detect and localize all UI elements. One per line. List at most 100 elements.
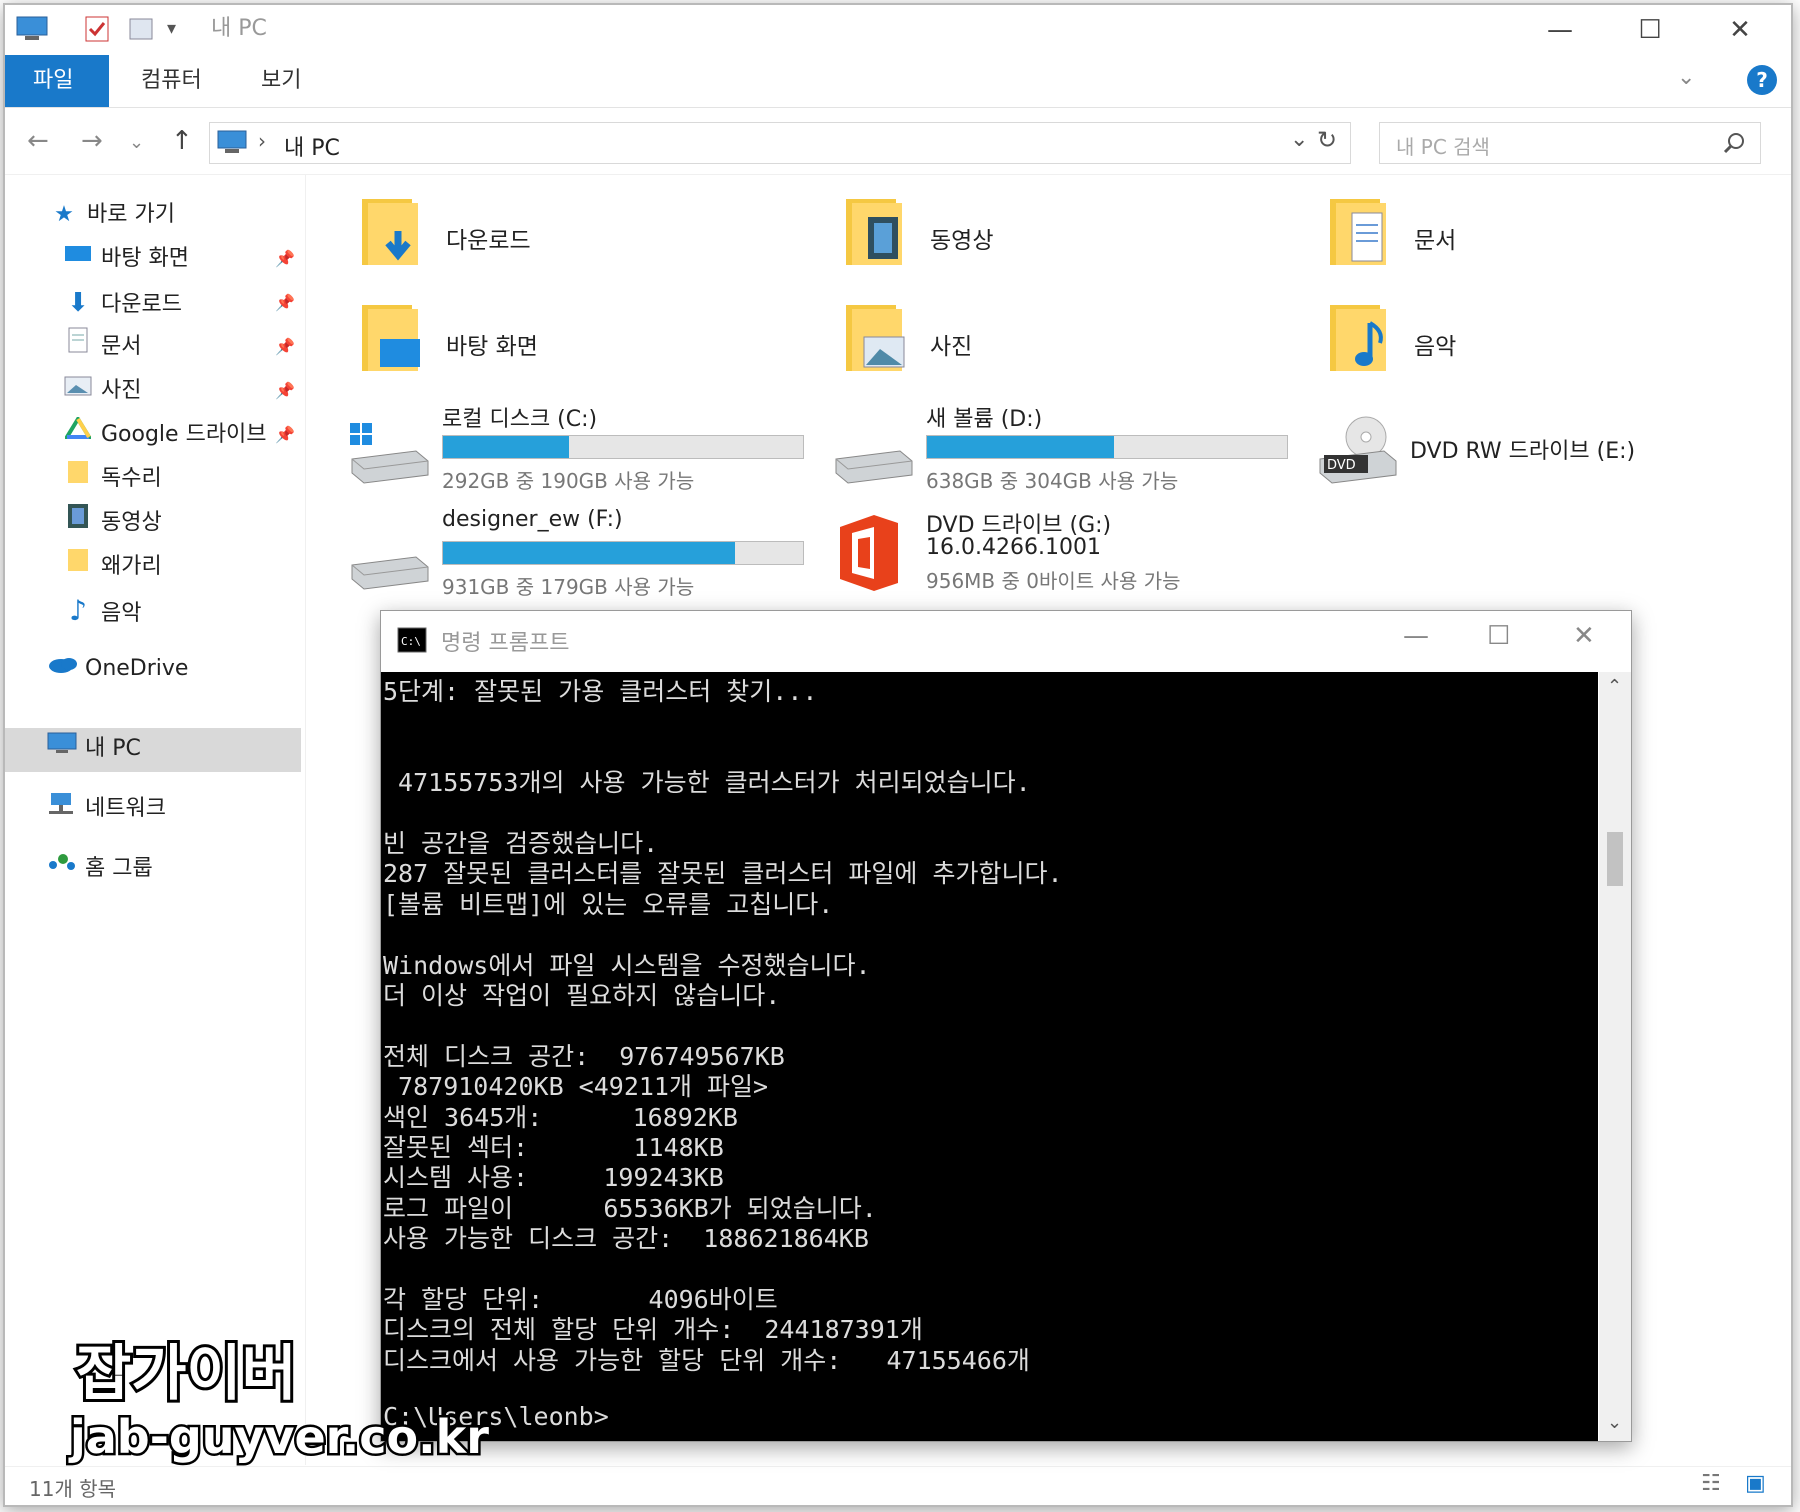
drive-d[interactable]: 새 볼륨 (D:) 638GB 중 304GB 사용 가능	[830, 399, 1300, 495]
sidebar-item-videos[interactable]: 동영상	[63, 503, 162, 543]
new-folder-icon[interactable]	[127, 15, 155, 43]
sidebar-item-label: OneDrive	[85, 656, 189, 681]
sidebar-item-label: 바탕 화면	[101, 246, 189, 271]
homegroup-icon	[47, 849, 77, 889]
usage-bar-fill	[443, 542, 735, 564]
folder-downloads[interactable]: 다운로드	[358, 195, 828, 285]
drive-c[interactable]: 로컬 디스크 (C:) 292GB 중 190GB 사용 가능	[346, 399, 816, 495]
pc-icon	[47, 729, 77, 769]
cmd-scrollbar[interactable]: ⌃ ⌄	[1599, 672, 1631, 1441]
folder-name: 사진	[930, 334, 973, 360]
usage-bar	[926, 435, 1288, 459]
cmd-minimize-button[interactable]: —	[1403, 621, 1429, 651]
drive-f[interactable]: designer_ew (F:) 931GB 중 179GB 사용 가능	[346, 505, 816, 601]
search-icon[interactable]	[1722, 131, 1746, 155]
desktop-icon	[63, 239, 93, 279]
quick-access-dropdown-icon[interactable]: ▾	[167, 15, 176, 43]
drive-name: designer_ew (F:)	[442, 507, 623, 532]
help-icon[interactable]: ?	[1747, 65, 1777, 95]
folder-icon	[63, 547, 93, 587]
folder-music[interactable]: 음악	[1326, 301, 1791, 391]
sidebar-item-google-drive[interactable]: Google 드라이브	[63, 415, 267, 455]
minimize-button[interactable]: —	[1525, 11, 1595, 49]
pin-icon[interactable]: 📌	[275, 293, 295, 312]
folder-documents[interactable]: 문서	[1326, 195, 1791, 285]
sidebar-item-folder-heron[interactable]: 왜가리	[63, 547, 162, 587]
breadcrumb[interactable]: 내 PC	[284, 130, 340, 162]
scroll-up-icon[interactable]: ⌃	[1607, 676, 1622, 697]
usage-bar-fill	[927, 436, 1115, 458]
forward-icon[interactable]: →	[81, 126, 103, 156]
details-view-icon[interactable]: ☷	[1701, 1471, 1721, 1496]
sidebar-item-this-pc[interactable]: 내 PC	[47, 729, 141, 769]
recent-locations-icon[interactable]: ⌄	[129, 132, 144, 153]
pc-icon	[217, 130, 247, 153]
folder-pictures[interactable]: 사진	[842, 301, 1312, 391]
document-folder-icon	[1330, 199, 1386, 265]
scroll-down-icon[interactable]: ⌄	[1607, 1412, 1622, 1433]
back-icon[interactable]: ←	[27, 126, 49, 156]
windows-drive-icon	[350, 423, 429, 484]
sidebar-item-network[interactable]: 네트워크	[47, 789, 166, 829]
address-bar[interactable]: › 내 PC ⌄	[209, 122, 1351, 164]
drive-g[interactable]: DVD 드라이브 (G:) 16.0.4266.1001 956MB 중 0바이…	[830, 505, 1300, 601]
close-button[interactable]: ✕	[1705, 11, 1775, 49]
pin-icon[interactable]: 📌	[275, 425, 295, 444]
console-line: 사용 가능한 디스크 공간: 188621864KB	[383, 1224, 869, 1254]
sidebar-item-label: 동영상	[101, 510, 162, 535]
properties-icon[interactable]	[83, 15, 111, 43]
drive-e[interactable]: DVD DVD RW 드라이브 (E:)	[1314, 399, 1784, 495]
drive-version: 16.0.4266.1001	[926, 535, 1101, 560]
cmd-close-button[interactable]: ✕	[1573, 621, 1595, 651]
dvd-drive-icon: DVD	[1319, 416, 1397, 484]
sidebar-item-quick-access[interactable]: ★ 바로 가기	[49, 195, 175, 235]
console-line: [볼륨 비트맵]에 있는 오류를 고칩니다.	[383, 889, 834, 919]
sidebar-item-label: 음악	[101, 601, 142, 626]
sidebar-item-desktop[interactable]: 바탕 화면	[63, 239, 189, 279]
sidebar-item-onedrive[interactable]: OneDrive	[47, 649, 188, 689]
sidebar-item-documents[interactable]: 문서	[63, 327, 141, 367]
drive-space: 931GB 중 179GB 사용 가능	[442, 575, 695, 599]
pin-icon[interactable]: 📌	[275, 249, 295, 268]
google-drive-icon	[63, 415, 93, 455]
maximize-button[interactable]: ☐	[1615, 11, 1685, 49]
sidebar-item-label: 왜가리	[101, 554, 162, 579]
pin-icon[interactable]: 📌	[275, 381, 295, 400]
folder-videos[interactable]: 동영상	[842, 195, 1312, 285]
folder-name: 바탕 화면	[446, 334, 538, 360]
picture-folder-icon	[846, 305, 905, 371]
network-icon	[47, 789, 77, 829]
folder-name: 음악	[1414, 334, 1457, 360]
tab-computer[interactable]: 컴퓨터	[113, 55, 230, 107]
expand-ribbon-icon[interactable]: ⌄	[1677, 65, 1695, 90]
sidebar-item-homegroup[interactable]: 홈 그룹	[47, 849, 153, 889]
console-line: 디스크에서 사용 가능한 할당 단위 개수: 47155466개	[383, 1345, 1030, 1375]
title-bar: ▾ 내 PC — ☐ ✕	[5, 5, 1791, 55]
search-input[interactable]: 내 PC 검색	[1396, 131, 1490, 160]
sidebar-item-music[interactable]: ♪ 음악	[63, 591, 141, 631]
refresh-icon[interactable]: ↻	[1317, 126, 1337, 154]
pin-icon[interactable]: 📌	[275, 337, 295, 356]
up-icon[interactable]: ↑	[171, 126, 193, 156]
usage-bar-fill	[443, 436, 569, 458]
console-line: 5단계: 잘못된 가용 클러스터 찾기...	[383, 677, 818, 706]
sidebar-item-label: 홈 그룹	[85, 856, 153, 881]
folder-desktop[interactable]: 바탕 화면	[358, 301, 828, 391]
large-icons-view-icon[interactable]: ▣	[1745, 1471, 1766, 1496]
folder-name: 동영상	[930, 228, 994, 254]
sidebar-item-pictures[interactable]: 사진	[63, 371, 141, 411]
drive-space: 956MB 중 0바이트 사용 가능	[926, 569, 1181, 593]
sidebar-item-folder-eagle[interactable]: 독수리	[63, 459, 162, 499]
drive-name: 새 볼륨 (D:)	[926, 407, 1043, 432]
sidebar-item-label: Google 드라이브	[101, 422, 267, 447]
drive-space: 292GB 중 190GB 사용 가능	[442, 469, 695, 493]
tab-view[interactable]: 보기	[233, 55, 329, 107]
scroll-thumb[interactable]	[1607, 832, 1623, 886]
tab-file[interactable]: 파일	[5, 55, 109, 107]
music-icon: ♪	[69, 594, 87, 627]
console-output[interactable]: 5단계: 잘못된 가용 클러스터 찾기... 47155753개의 사용 가능한…	[381, 672, 1598, 1441]
address-dropdown-icon[interactable]: ⌄	[1290, 127, 1308, 152]
cmd-maximize-button[interactable]: ☐	[1487, 621, 1510, 651]
search-box[interactable]: 내 PC 검색	[1379, 122, 1761, 164]
sidebar-item-downloads[interactable]: ⬇ 다운로드	[63, 283, 182, 323]
